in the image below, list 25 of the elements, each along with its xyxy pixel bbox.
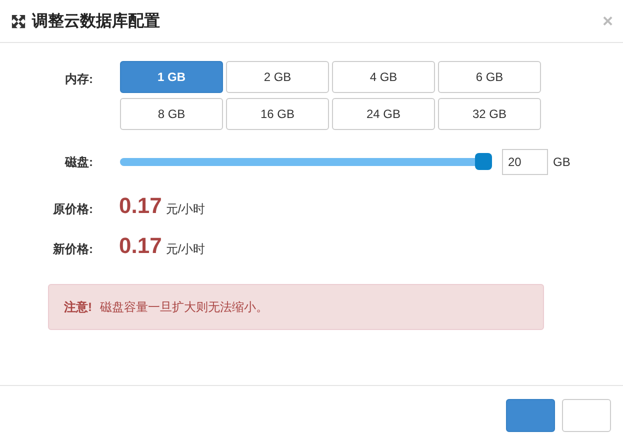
disk-unit: GB — [553, 155, 570, 169]
memory-option[interactable]: 1 GB — [120, 61, 223, 93]
expand-icon — [11, 14, 26, 28]
memory-option[interactable]: 4 GB — [332, 61, 435, 93]
secondary-button[interactable] — [562, 398, 611, 432]
memory-option[interactable]: 8 GB — [120, 98, 223, 130]
dialog-title: 调整云数据库配置 — [32, 11, 160, 32]
memory-option[interactable]: 16 GB — [226, 98, 329, 130]
disk-label: 磁盘: — [64, 154, 93, 170]
slider-handle[interactable] — [475, 153, 492, 170]
price-unit: 元/小时 — [166, 201, 206, 218]
price-amount: 0.17 — [119, 193, 162, 219]
memory-option[interactable]: 32 GB — [438, 98, 541, 130]
disk-size-field[interactable]: 20 — [502, 149, 548, 175]
alert-title: 注意! — [64, 298, 92, 316]
price-amount: 0.17 — [119, 233, 162, 259]
memory-option[interactable]: 6 GB — [438, 61, 541, 93]
memory-option[interactable]: 2 GB — [226, 61, 329, 93]
price-unit: 元/小时 — [166, 241, 206, 258]
alert-message: 磁盘容量一旦扩大则无法缩小。 — [100, 298, 268, 316]
primary-button[interactable] — [506, 398, 555, 432]
memory-option[interactable]: 24 GB — [332, 98, 435, 130]
memory-label: 内存: — [64, 71, 93, 88]
price-label: 原价格: — [52, 201, 93, 218]
price-label: 新价格: — [52, 241, 93, 258]
